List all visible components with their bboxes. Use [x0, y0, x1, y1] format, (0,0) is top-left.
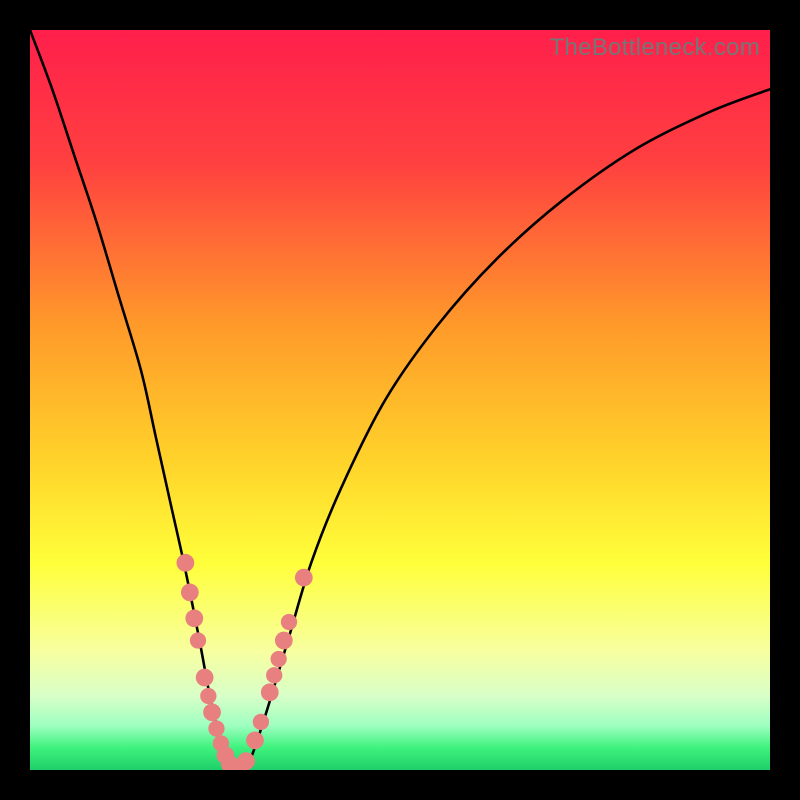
data-marker	[203, 703, 221, 721]
data-marker	[246, 732, 264, 750]
data-marker	[208, 720, 224, 736]
data-marker	[295, 569, 313, 587]
data-marker	[200, 688, 216, 704]
data-marker	[275, 632, 293, 650]
data-marker	[196, 669, 214, 687]
data-marker	[266, 667, 282, 683]
data-marker	[253, 714, 269, 730]
chart-frame: TheBottleneck.com	[0, 0, 800, 800]
data-marker	[185, 609, 203, 627]
data-marker	[190, 632, 206, 648]
bottleneck-curve	[30, 30, 770, 770]
watermark-text: TheBottleneck.com	[549, 34, 760, 62]
data-marker	[177, 554, 195, 572]
plot-area: TheBottleneck.com	[30, 30, 770, 770]
data-marker	[271, 651, 287, 667]
data-marker	[281, 614, 297, 630]
data-marker	[237, 752, 255, 770]
data-marker	[261, 683, 279, 701]
data-marker	[181, 584, 199, 602]
